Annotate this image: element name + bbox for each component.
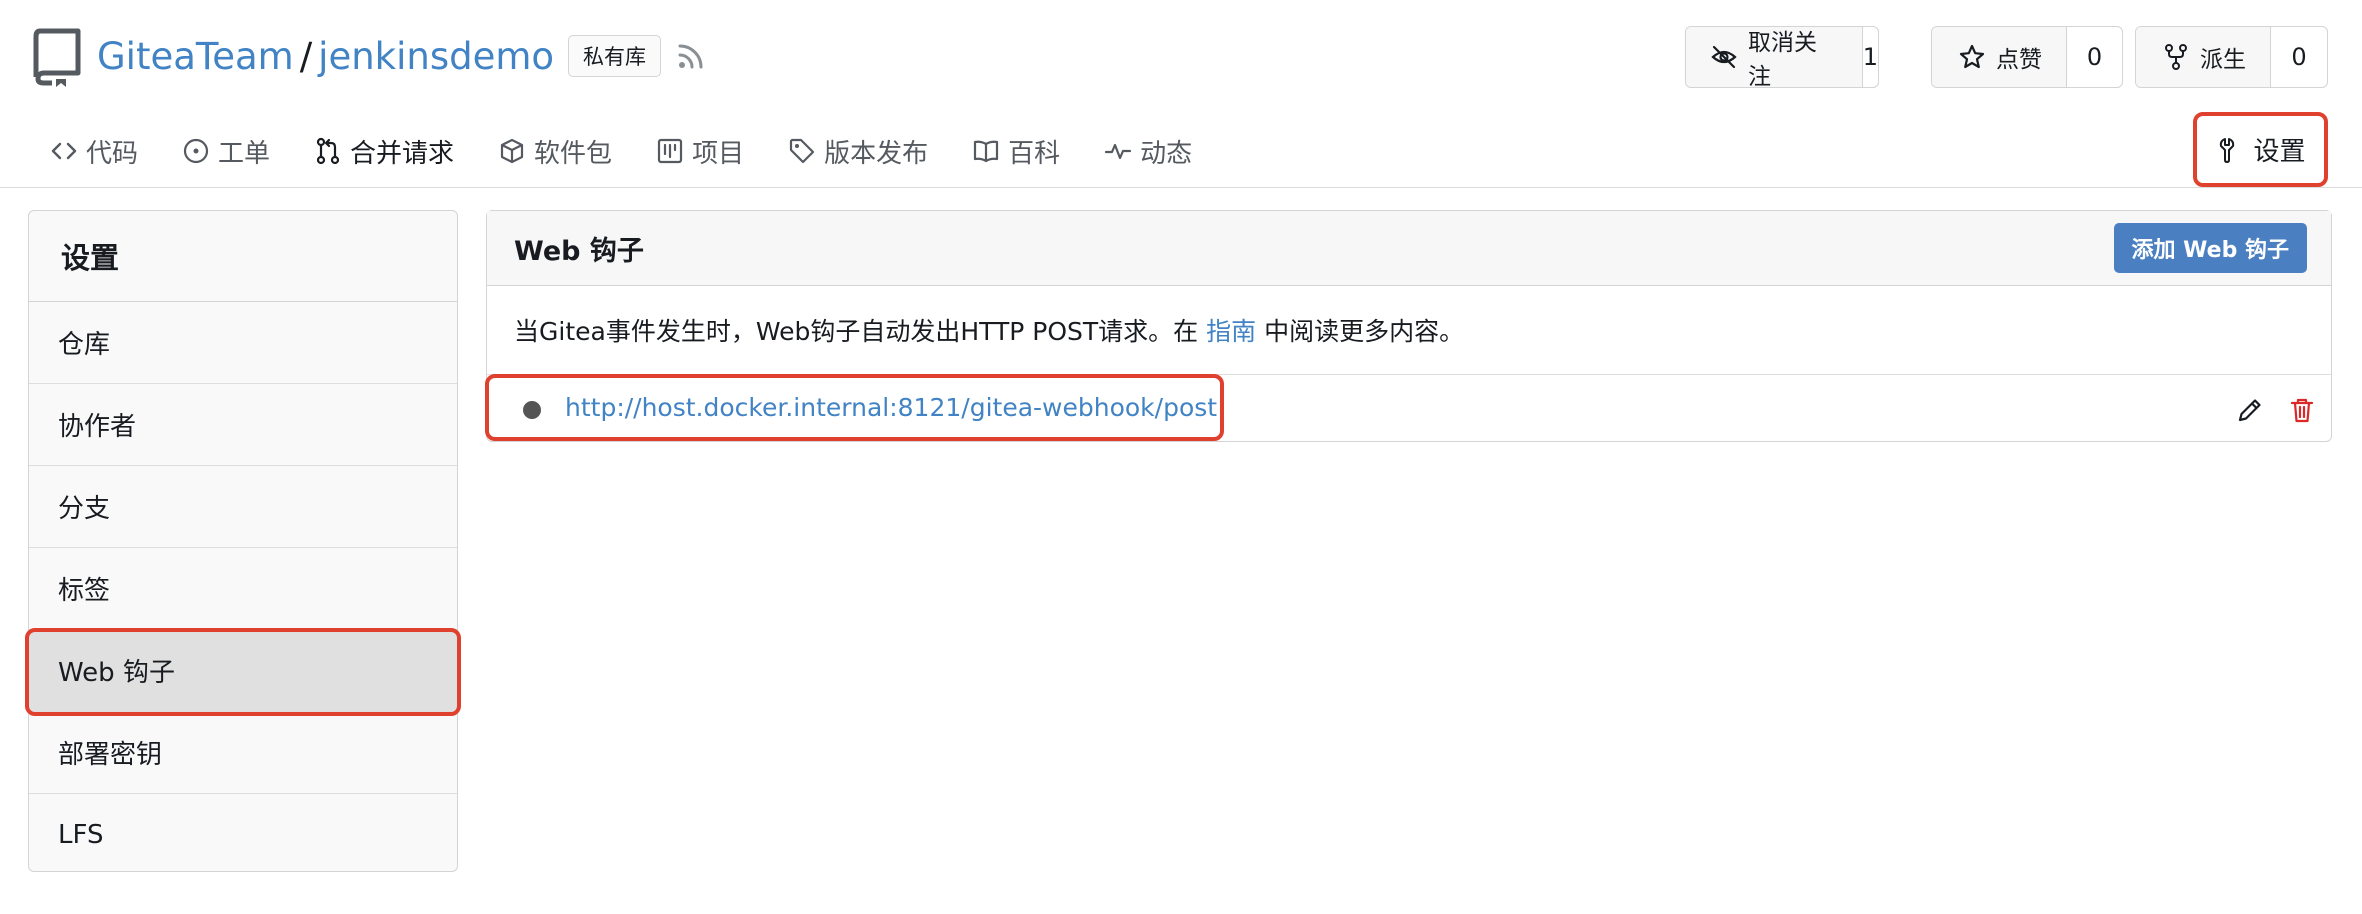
delete-icon[interactable] [2287, 395, 2317, 425]
webhook-url-link[interactable]: http://host.docker.internal:8121/gitea-w… [565, 393, 1217, 422]
book-icon [972, 137, 1000, 165]
add-webhook-button[interactable]: 添加 Web 钩子 [2113, 223, 2307, 273]
sidebar-item-repository[interactable]: 仓库 [29, 302, 457, 384]
webhooks-desc-text-after: 中阅读更多内容。 [1264, 317, 1465, 346]
tab-settings-label: 设置 [2253, 137, 2306, 167]
tag-icon [788, 137, 816, 165]
tab-activity[interactable]: 动态 [1104, 133, 1192, 170]
nav-divider [0, 187, 2362, 188]
issue-icon [182, 137, 210, 165]
webhook-row: http://host.docker.internal:8121/gitea-w… [487, 375, 2331, 443]
repo-owner-link[interactable]: GiteaTeam [97, 35, 294, 78]
webhooks-desc-text: 当Gitea事件发生时，Web钩子自动发出HTTP POST请求。在 [514, 317, 1199, 346]
rss-icon[interactable] [675, 40, 707, 72]
repo-name-link[interactable]: jenkinsdemo [318, 35, 554, 78]
eye-closed-icon [1710, 43, 1738, 71]
webhooks-guide-link[interactable]: 指南 [1206, 312, 1256, 348]
tab-wiki-label: 百科 [1008, 138, 1061, 169]
webhook-status-dot [523, 401, 541, 419]
unwatch-label: 取消关注 [1748, 30, 1817, 88]
private-badge: 私有库 [568, 35, 662, 77]
sidebar-item-tags[interactable]: 标签 [29, 548, 457, 630]
tab-code-label: 代码 [86, 138, 139, 169]
tab-activity-label: 动态 [1140, 138, 1193, 169]
unwatch-button[interactable]: 取消关注 [1686, 27, 1863, 87]
sidebar-title: 设置 [29, 211, 457, 302]
webhooks-title: Web 钩子 [514, 235, 644, 267]
watch-count[interactable]: 1 [1863, 27, 1878, 87]
star-label: 点赞 [1996, 47, 2042, 73]
watch-group: 取消关注 1 [1685, 26, 1879, 88]
repo-icon [32, 27, 82, 87]
tab-code[interactable]: 代码 [50, 133, 138, 170]
star-icon [1958, 43, 1986, 71]
fork-button[interactable]: 派生 [2136, 27, 2271, 87]
webhooks-panel: Web 钩子 添加 Web 钩子 当Gitea事件发生时，Web钩子自动发出HT… [486, 210, 2332, 442]
tab-releases[interactable]: 版本发布 [788, 133, 928, 170]
sidebar-item-collaborators[interactable]: 协作者 [29, 384, 457, 466]
star-group: 点赞 0 [1931, 26, 2123, 88]
star-button[interactable]: 点赞 [1932, 27, 2067, 87]
tab-projects-label: 项目 [692, 138, 745, 169]
edit-icon[interactable] [2235, 395, 2265, 425]
settings-sidebar: 设置 仓库 协作者 分支 标签 Web 钩子 部署密钥 LFS [28, 210, 458, 872]
tab-issues-label: 工单 [218, 138, 271, 169]
tab-projects[interactable]: 项目 [656, 133, 744, 170]
webhooks-panel-header: Web 钩子 添加 Web 钩子 [487, 211, 2331, 286]
tab-packages-label: 软件包 [534, 138, 613, 169]
sidebar-item-lfs[interactable]: LFS [29, 794, 457, 876]
repo-nav-tabs: 代码 工单 合并请求 软件包 项目 版本发布 百科 动态 [50, 120, 1236, 182]
tab-packages[interactable]: 软件包 [498, 133, 612, 170]
pull-request-icon [314, 137, 342, 165]
sidebar-item-branches[interactable]: 分支 [29, 466, 457, 548]
fork-icon [2162, 43, 2190, 71]
tab-releases-label: 版本发布 [824, 138, 929, 169]
sidebar-item-webhooks[interactable]: Web 钩子 [29, 630, 457, 712]
package-icon [498, 137, 526, 165]
repo-title: GiteaTeam / jenkinsdemo 私有库 [97, 29, 707, 83]
tab-wiki[interactable]: 百科 [972, 133, 1060, 170]
pulse-icon [1104, 137, 1132, 165]
fork-group: 派生 0 [2135, 26, 2328, 88]
project-icon [656, 137, 684, 165]
tab-settings[interactable]: 设置 [2193, 112, 2328, 187]
webhooks-description: 当Gitea事件发生时，Web钩子自动发出HTTP POST请求。在 指南 中阅… [487, 286, 2331, 375]
fork-count[interactable]: 0 [2271, 27, 2327, 87]
tab-pull-requests[interactable]: 合并请求 [314, 133, 454, 170]
code-icon [50, 137, 78, 165]
sidebar-item-deploy-keys[interactable]: 部署密钥 [29, 712, 457, 794]
repo-header: GiteaTeam / jenkinsdemo 私有库 取消关注 1 点赞 0 … [0, 0, 2362, 110]
fork-label: 派生 [2200, 47, 2246, 73]
tab-pull-requests-label: 合并请求 [350, 138, 455, 169]
star-count[interactable]: 0 [2067, 27, 2122, 87]
repo-path-separator: / [299, 34, 313, 78]
tab-issues[interactable]: 工单 [182, 133, 270, 170]
tools-icon [2215, 136, 2243, 164]
